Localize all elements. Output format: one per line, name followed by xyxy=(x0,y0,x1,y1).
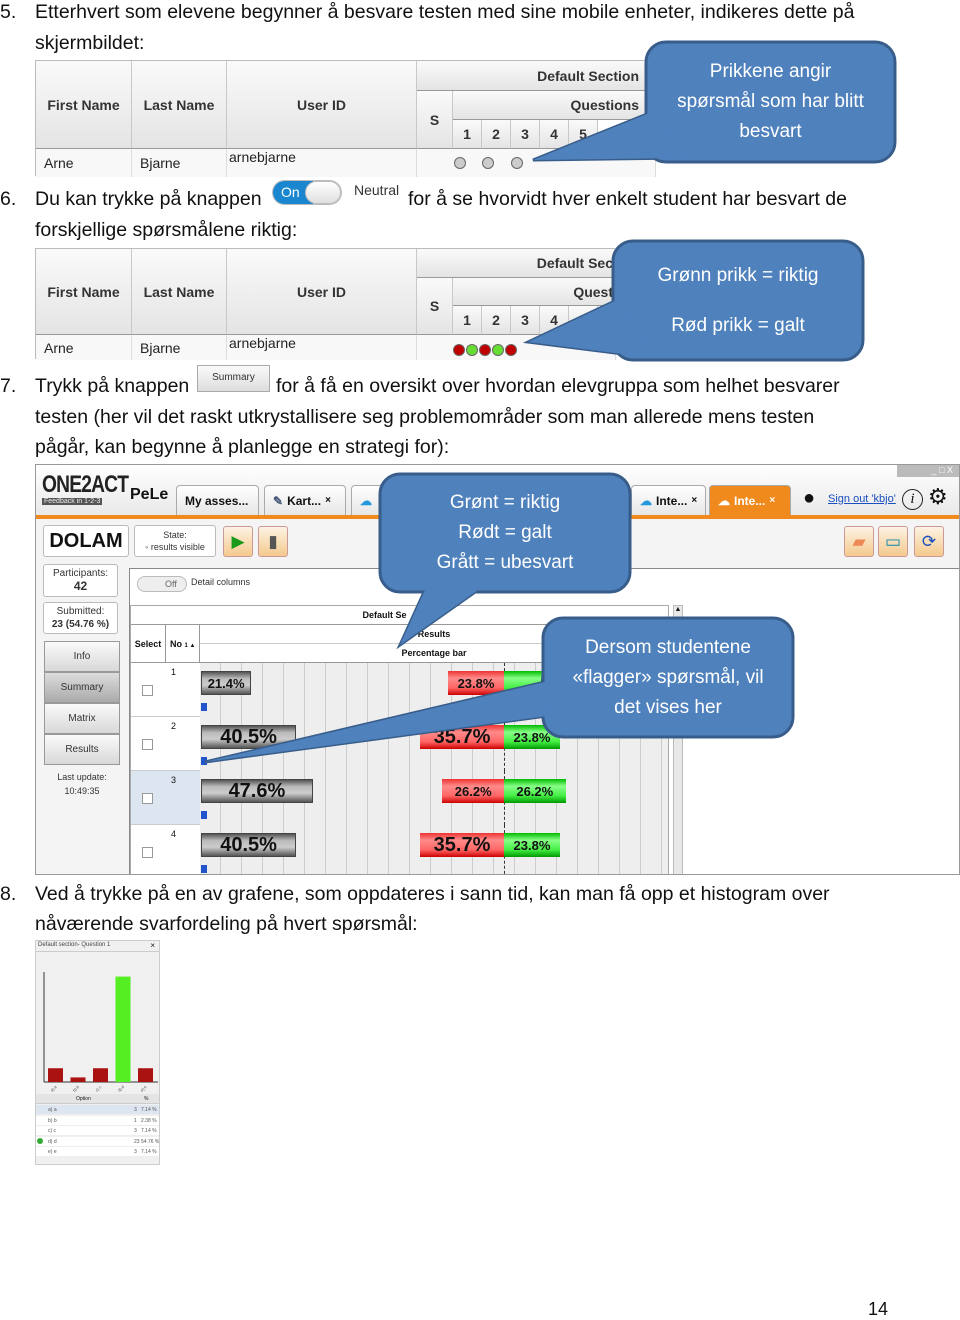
callout-line: det vises her xyxy=(614,696,722,718)
callout-line: Prikkene angir xyxy=(709,61,832,82)
callout-tail-fill xyxy=(205,682,547,762)
callout-line: Rød prikk = galt xyxy=(671,314,805,336)
callout-line: «flagger» spørsmål, vil xyxy=(572,666,764,688)
callout-flags: Dersom studentene «flagger» spørsmål, vi… xyxy=(543,618,793,737)
callout-dot-legend: Grønn prikk = riktig Rød prikk = galt xyxy=(613,241,863,360)
callout-line: spørsmål som har blitt xyxy=(677,91,864,112)
callout-layer xyxy=(204,40,897,764)
callout-bar-legend: Grønt = riktig Rødt = galt Grått = ubesv… xyxy=(380,474,630,592)
callout-line: Grønt = riktig xyxy=(449,492,561,513)
callout-line: besvart xyxy=(739,121,802,142)
callout-line: Grått = ubesvart xyxy=(436,552,574,573)
callout-line: Dersom studentene xyxy=(585,636,751,658)
callout-line: Rødt = galt xyxy=(458,522,552,543)
callout-answered: Prikkene angir spørsmål som har blitt be… xyxy=(646,42,895,162)
callout-line: Grønn prikk = riktig xyxy=(657,264,819,286)
page-number: 14 xyxy=(868,1299,889,1319)
